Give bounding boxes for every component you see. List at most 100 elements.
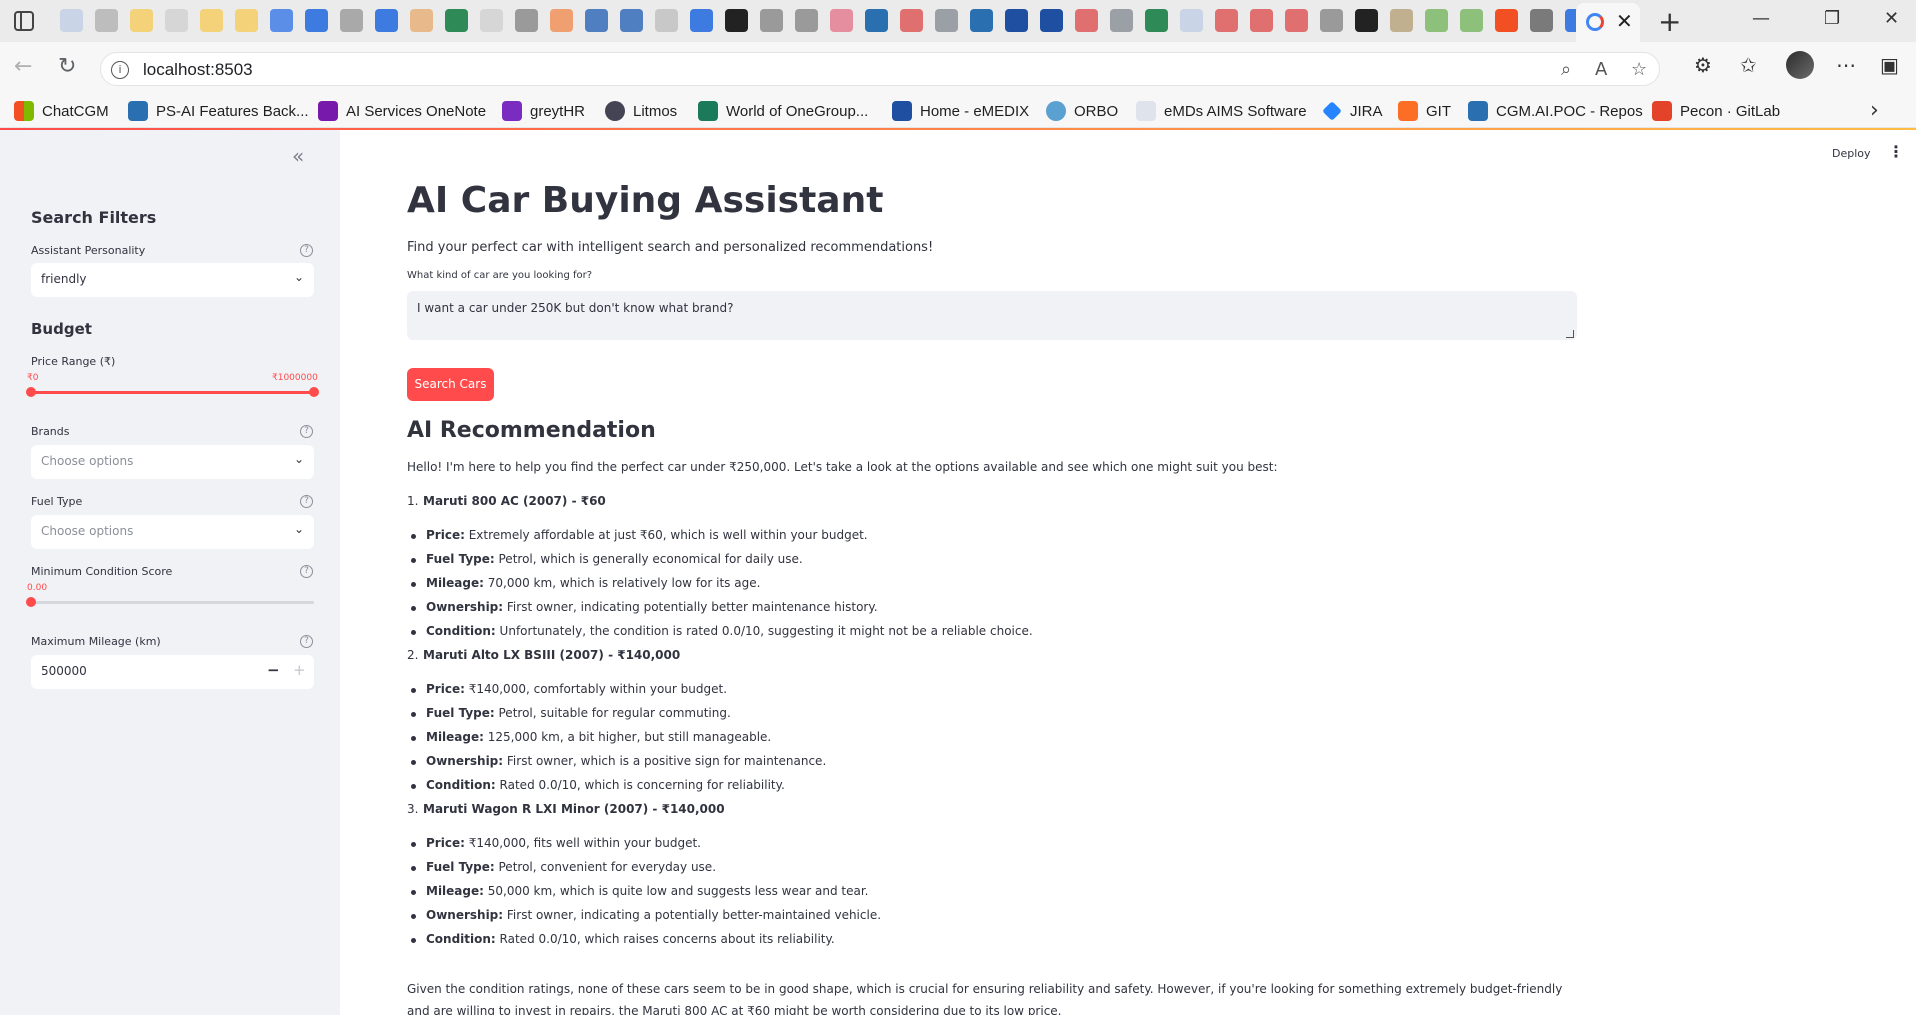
tab-icon[interactable] <box>725 9 748 32</box>
active-tab[interactable]: ✕ <box>1576 3 1640 42</box>
zoom-icon[interactable]: ⌕ <box>1561 59 1571 80</box>
site-info-icon[interactable]: i <box>111 61 129 79</box>
tab-icon[interactable] <box>900 9 923 32</box>
tab-icon[interactable] <box>60 9 83 32</box>
address-bar[interactable]: i localhost:8503 ⌕ A ☆ <box>100 52 1660 86</box>
price-slider-min-handle[interactable] <box>26 387 36 397</box>
tab-icon[interactable] <box>1390 9 1413 32</box>
close-tab-icon[interactable]: ✕ <box>1616 9 1633 33</box>
max-mileage-input[interactable]: 500000 − + <box>31 655 314 689</box>
query-textarea[interactable]: I want a car under 250K but don't know w… <box>407 291 1577 340</box>
tab-icon[interactable] <box>1355 9 1378 32</box>
tab-icon[interactable] <box>445 9 468 32</box>
reload-icon[interactable]: ↻ <box>58 54 76 79</box>
tab-icon[interactable] <box>1460 9 1483 32</box>
increment-icon[interactable]: + <box>293 661 306 679</box>
fuel-type-multiselect[interactable]: Choose options ⌄ <box>31 515 314 549</box>
tab-icon[interactable] <box>655 9 678 32</box>
sidebar-toggle-icon[interactable]: ▣ <box>1880 53 1899 77</box>
help-icon[interactable]: ? <box>300 495 313 508</box>
more-menu-icon[interactable]: ⋯ <box>1836 53 1856 77</box>
brands-multiselect[interactable]: Choose options ⌄ <box>31 445 314 479</box>
profile-avatar[interactable] <box>1786 51 1814 79</box>
bookmark-item[interactable]: greytHR <box>502 100 585 122</box>
tab-icon[interactable] <box>515 9 538 32</box>
restore-icon[interactable]: ❐ <box>1824 8 1840 29</box>
bookmark-item[interactable]: ORBO <box>1046 100 1118 122</box>
tab-actions-icon[interactable] <box>14 11 34 31</box>
tab-icon[interactable] <box>1110 9 1133 32</box>
tab-icon[interactable] <box>235 9 258 32</box>
bookmark-item[interactable]: CGM.AI.POC - Repos <box>1468 100 1643 122</box>
bookmark-item[interactable]: AI Services OneNote <box>318 100 486 122</box>
tab-icon[interactable] <box>760 9 783 32</box>
minimize-icon[interactable]: — <box>1752 8 1770 29</box>
tab-icon[interactable] <box>1215 9 1238 32</box>
tab-icon[interactable] <box>1075 9 1098 32</box>
tab-icon[interactable] <box>480 9 503 32</box>
tab-icon[interactable] <box>1285 9 1308 32</box>
tab-icon[interactable] <box>830 9 853 32</box>
close-window-icon[interactable]: ✕ <box>1884 8 1899 29</box>
bookmark-item[interactable]: World of OneGroup... <box>698 100 868 122</box>
tab-icon[interactable] <box>305 9 328 32</box>
bookmark-item[interactable]: Home - eMEDIX <box>892 100 1029 122</box>
tab-icon[interactable] <box>1495 9 1518 32</box>
main-menu-icon[interactable]: ⋮ <box>1888 142 1904 161</box>
read-aloud-icon[interactable]: A <box>1595 59 1607 80</box>
help-icon[interactable]: ? <box>300 425 313 438</box>
bookmark-item[interactable]: JIRA <box>1322 100 1383 122</box>
personality-select[interactable]: friendly ⌄ <box>31 263 314 297</box>
bookmark-item[interactable]: Litmos <box>605 100 677 122</box>
tab-icon[interactable] <box>200 9 223 32</box>
favorite-star-icon[interactable]: ☆ <box>1631 59 1647 80</box>
tab-icon[interactable] <box>795 9 818 32</box>
tab-icon[interactable] <box>270 9 293 32</box>
chevron-right-icon[interactable]: › <box>1870 98 1879 123</box>
favorites-icon[interactable]: ✩ <box>1740 53 1757 77</box>
tab-icon[interactable] <box>1530 9 1553 32</box>
tab-icon[interactable] <box>165 9 188 32</box>
tab-icon[interactable] <box>1180 9 1203 32</box>
tab-icon[interactable] <box>95 9 118 32</box>
tab-icon[interactable] <box>1250 9 1273 32</box>
help-icon[interactable]: ? <box>300 635 313 648</box>
tab-icon[interactable] <box>340 9 363 32</box>
tab-icon[interactable] <box>130 9 153 32</box>
decrement-icon[interactable]: − <box>267 661 280 679</box>
tab-icon[interactable] <box>1425 9 1448 32</box>
list-item: Mileage: 70,000 km, which is relatively … <box>410 576 761 590</box>
condition-slider-track[interactable] <box>31 601 314 604</box>
tab-icon[interactable] <box>585 9 608 32</box>
price-slider-track[interactable] <box>31 391 314 394</box>
help-icon[interactable]: ? <box>300 244 313 257</box>
resize-handle-icon[interactable] <box>1566 330 1574 338</box>
main-content: Deploy ⋮ AI Car Buying Assistant Find yo… <box>340 130 1916 1015</box>
bookmark-item[interactable]: GIT <box>1398 100 1451 122</box>
bookmark-item[interactable]: eMDs AIMS Software <box>1136 100 1307 122</box>
tab-icon[interactable] <box>935 9 958 32</box>
search-cars-button[interactable]: Search Cars <box>407 368 494 401</box>
bookmark-item[interactable]: Pecon · GitLab <box>1652 100 1780 122</box>
extensions-icon[interactable]: ⚙ <box>1694 53 1712 77</box>
deploy-button[interactable]: Deploy <box>1832 147 1871 160</box>
tab-icon[interactable] <box>1005 9 1028 32</box>
bookmark-item[interactable]: PS-AI Features Back... <box>128 100 309 122</box>
tab-icon[interactable] <box>620 9 643 32</box>
help-icon[interactable]: ? <box>300 565 313 578</box>
tab-icon[interactable] <box>1320 9 1343 32</box>
tab-icon[interactable] <box>375 9 398 32</box>
tab-icon[interactable] <box>410 9 433 32</box>
tab-icon[interactable] <box>970 9 993 32</box>
condition-slider-handle[interactable] <box>26 597 36 607</box>
tab-icon[interactable] <box>1040 9 1063 32</box>
collapse-sidebar-icon[interactable]: « <box>292 144 304 168</box>
bookmark-item[interactable]: ChatCGM <box>14 100 109 122</box>
tab-icon[interactable] <box>865 9 888 32</box>
new-tab-icon[interactable]: + <box>1658 5 1681 38</box>
tab-icon[interactable] <box>550 9 573 32</box>
back-icon[interactable]: ← <box>14 54 32 79</box>
price-slider-max-handle[interactable] <box>309 387 319 397</box>
tab-icon[interactable] <box>690 9 713 32</box>
tab-icon[interactable] <box>1145 9 1168 32</box>
